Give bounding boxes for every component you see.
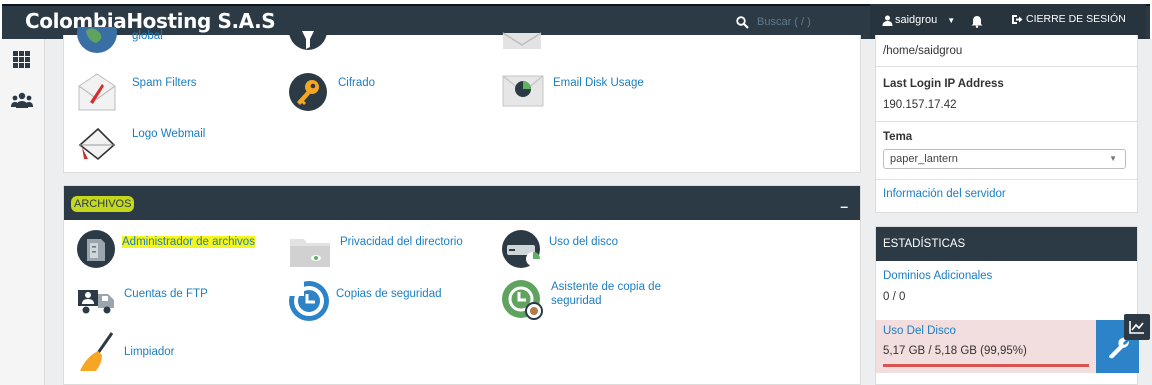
logout-button[interactable]: CIERRE DE SESIÓN [1011, 13, 1126, 25]
disk-usage-stat-label: Uso Del Disco [883, 325, 956, 337]
logout-label: CIERRE DE SESIÓN [1026, 13, 1126, 25]
email-item-logo-webmail[interactable]: Logo Webmail [76, 123, 205, 161]
directory-privacy-label: Privacidad del directorio [340, 236, 463, 248]
email-item-label: Spam Filters [132, 77, 197, 89]
theme-label: Tema [883, 131, 913, 143]
disk-usage-stat[interactable]: Uso Del Disco 5,17 GB / 5,18 GB (99,95%) [876, 320, 1096, 373]
stats-title: ESTADÍSTICAS [883, 238, 966, 250]
directory-privacy-item[interactable]: Privacidad del directorio [288, 229, 463, 269]
account-info-panel: /home/saidgrou Last Login IP Address 190… [875, 35, 1138, 213]
email-item-label: Cifrado [338, 77, 376, 89]
main-content: global Spam Filters Cifrado Email Disk U… [45, 27, 875, 385]
theme-select-value: paper_lantern [890, 153, 958, 165]
logout-icon [1012, 14, 1023, 24]
disk-usage-item[interactable]: Uso del disco [501, 229, 618, 269]
key-icon [289, 73, 327, 111]
addon-domains-value: 0 / 0 [883, 291, 906, 303]
email-item-label: Logo Webmail [132, 128, 206, 140]
search-input[interactable]: Buscar ( / ) [757, 16, 811, 28]
files-panel-title: ARCHIVOS [71, 196, 135, 212]
line-chart-icon [1129, 321, 1144, 334]
file-manager-icon [77, 230, 115, 268]
email-item-cifrado[interactable]: Cifrado [288, 72, 375, 112]
search-box[interactable]: Buscar ( / ) [736, 13, 811, 31]
email-panel: global Spam Filters Cifrado Email Disk U… [63, 27, 861, 173]
backup-wizard-label: Asistente de copia de seguridad [551, 281, 661, 307]
disk-usage-label: Uso del disco [549, 236, 619, 248]
server-info-link[interactable]: Información del servidor [883, 188, 1006, 200]
chevron-down-icon: ▼ [1109, 154, 1117, 163]
backup-wizard-item[interactable]: Asistente de copia de seguridad [501, 278, 681, 320]
spam-filter-icon [78, 73, 116, 111]
email-disk-icon [502, 75, 544, 107]
email-item-filter[interactable] [288, 27, 328, 55]
broom-icon [80, 332, 114, 371]
top-header: ColombiaHosting S.A.S Buscar ( / ) saidg… [0, 0, 1152, 39]
right-column: /home/saidgrou Last Login IP Address 190… [875, 35, 1152, 385]
cleaner-label: Limpiador [124, 346, 175, 358]
files-panel: ARCHIVOS – Administrador de archivos Pri… [63, 185, 861, 385]
webmail-icon [78, 127, 116, 161]
user-menu[interactable]: saidgrou ▼ [882, 14, 955, 26]
chart-toggle[interactable] [1124, 314, 1150, 340]
stats-header: ESTADÍSTICAS [876, 227, 1137, 261]
backups-label: Copias de seguridad [336, 288, 442, 300]
globe-icon [77, 27, 117, 53]
stats-panel: ESTADÍSTICAS Dominios Adicionales 0 / 0 … [875, 226, 1139, 385]
ftp-accounts-label: Cuentas de FTP [124, 288, 208, 300]
apps-grid-icon[interactable] [13, 51, 30, 72]
cleaner-item[interactable]: Limpiador [76, 331, 175, 373]
ftp-icon [78, 290, 114, 314]
user-icon [882, 15, 893, 26]
file-manager-label: Administrador de archivos [122, 236, 255, 248]
left-sidebar [0, 39, 45, 385]
email-item-spam-filters[interactable]: Spam Filters [76, 72, 197, 112]
backup-wizard-icon [502, 280, 543, 320]
notifications-bell[interactable] [971, 13, 983, 32]
envelope-icon [502, 32, 542, 49]
users-icon[interactable] [11, 92, 33, 112]
email-item-envelope[interactable] [501, 29, 543, 51]
folder-privacy-icon [290, 239, 330, 267]
collapse-button[interactable]: – [840, 198, 848, 214]
addon-domains-label[interactable]: Dominios Adicionales [883, 270, 992, 282]
file-manager-item[interactable]: Administrador de archivos [76, 229, 255, 269]
ftp-accounts-item[interactable]: Cuentas de FTP [76, 280, 208, 320]
filter-icon [289, 27, 327, 50]
email-item-global[interactable]: global [76, 27, 163, 55]
last-login-value: 190.157.17.42 [883, 99, 957, 111]
disk-usage-stat-value: 5,17 GB / 5,18 GB (99,95%) [883, 345, 1027, 357]
disk-usage-icon [502, 230, 540, 268]
home-directory-value: /home/saidgrou [883, 45, 963, 57]
search-icon [736, 15, 749, 29]
files-panel-header[interactable]: ARCHIVOS – [64, 186, 860, 220]
username: saidgrou [895, 14, 938, 26]
bell-icon [971, 16, 983, 28]
backups-item[interactable]: Copias de seguridad [288, 280, 442, 322]
last-login-label: Last Login IP Address [883, 78, 1004, 90]
disk-usage-bar [883, 364, 1089, 367]
theme-select[interactable]: paper_lantern ▼ [883, 149, 1126, 169]
email-item-label: Email Disk Usage [553, 77, 644, 89]
backup-icon [289, 281, 329, 321]
email-item-label: global [132, 30, 163, 42]
chevron-down-icon: ▼ [947, 15, 956, 25]
email-item-disk-usage[interactable]: Email Disk Usage [501, 72, 644, 108]
